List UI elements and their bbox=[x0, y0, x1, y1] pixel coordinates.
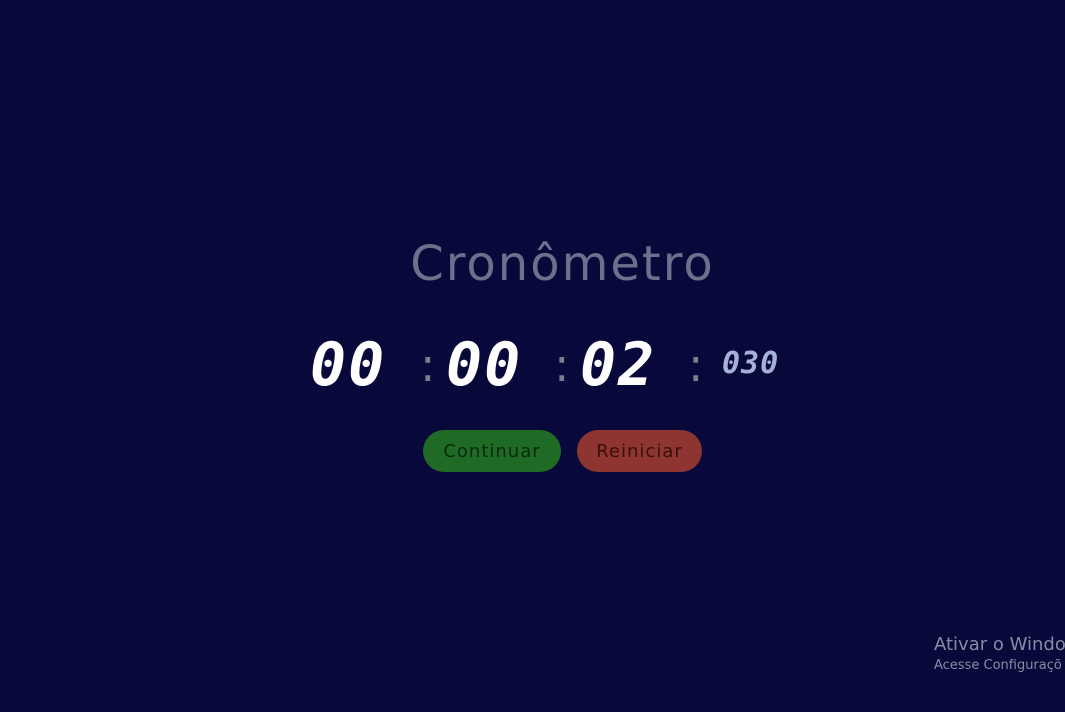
stopwatch-app: Cronômetro 00 : 00 : 02 : 030 Continuar … bbox=[0, 0, 1065, 712]
separator: : bbox=[554, 338, 570, 392]
page-title: Cronômetro bbox=[410, 236, 715, 292]
timer-display: 00 : 00 : 02 : 030 bbox=[310, 330, 810, 400]
seconds-display: 02 bbox=[580, 330, 657, 400]
minutes-display: 00 bbox=[446, 330, 523, 400]
milliseconds-display: 030 bbox=[722, 346, 780, 381]
separator: : bbox=[688, 338, 704, 392]
separator: : bbox=[420, 338, 436, 392]
continue-button[interactable]: Continuar bbox=[423, 430, 561, 472]
windows-activation-watermark: Ativar o Windo Acesse Configuraçõ bbox=[934, 634, 1065, 676]
watermark-subtitle: Acesse Configuraçõ bbox=[934, 658, 1062, 673]
watermark-title: Ativar o Windo bbox=[934, 634, 1065, 655]
reset-button[interactable]: Reiniciar bbox=[577, 430, 702, 472]
hours-display: 00 bbox=[310, 330, 387, 400]
